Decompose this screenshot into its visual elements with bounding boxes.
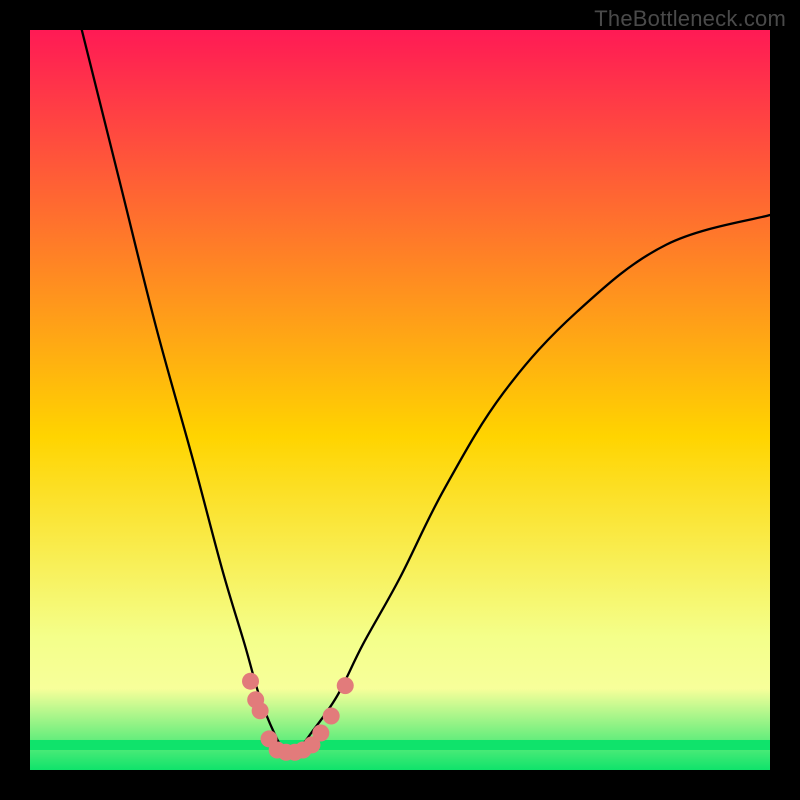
curve-marker: [312, 725, 329, 742]
curve-marker: [337, 677, 354, 694]
curve-marker: [242, 673, 259, 690]
gradient-background: [30, 30, 770, 770]
green-band: [30, 740, 770, 750]
curve-marker: [323, 707, 340, 724]
watermark-text: TheBottleneck.com: [594, 6, 786, 32]
curve-marker: [252, 702, 269, 719]
chart-frame: TheBottleneck.com: [0, 0, 800, 800]
chart-svg: [30, 30, 770, 770]
plot-area: [30, 30, 770, 770]
